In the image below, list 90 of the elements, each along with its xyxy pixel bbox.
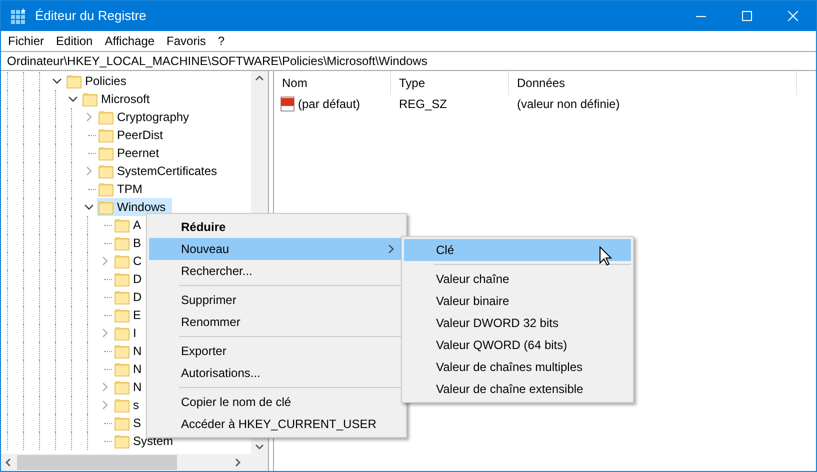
menu-item[interactable]: Valeur binaire [404,290,631,312]
chevron-right-icon[interactable] [84,166,94,176]
chevron-right-icon[interactable] [100,382,110,392]
mouse-pointer-icon [599,246,612,266]
menu-bar-item[interactable]: Affichage [98,32,161,50]
folder-icon [114,235,130,251]
scroll-up-icon[interactable] [255,75,264,81]
folder-icon [114,289,130,305]
table-cell-text: (par défaut) [298,96,360,113]
tree-item[interactable]: Microsoft [81,90,156,108]
menu-item[interactable]: Accéder à HKEY_CURRENT_USER [149,413,404,435]
tree-item[interactable]: SystemCertificates [97,162,224,180]
menu-bar-item[interactable]: Edition [50,32,99,50]
menu-item[interactable]: Clé [404,239,631,261]
menu-item[interactable]: Valeur QWORD (64 bits) [404,334,631,356]
menu-bar-item[interactable]: Fichier [2,32,50,50]
menu-item[interactable]: Copier le nom de clé [149,391,404,413]
table-cell-text: REG_SZ [398,96,448,113]
tree-item[interactable]: S [113,414,148,432]
tree-item[interactable]: I [113,324,142,342]
folder-icon [66,73,82,89]
folder-icon [114,343,130,359]
folder-icon [98,181,114,197]
menu-item[interactable]: Renommer [149,311,404,333]
tree-item[interactable]: Policies [65,72,132,90]
column-header[interactable]: Type [391,71,509,95]
scroll-down-icon[interactable] [255,444,264,450]
chevron-down-icon[interactable] [52,76,62,86]
window-title: Éditeur du Registre [35,7,146,26]
column-header[interactable]: Données [509,71,797,95]
folder-icon [114,253,130,269]
menu-item[interactable]: Exporter [149,340,404,362]
folder-icon [114,415,130,431]
scroll-thumb[interactable] [17,455,177,470]
folder-icon [98,109,114,125]
menu-bar-item[interactable]: ? [212,32,231,50]
folder-icon [114,379,130,395]
tree-item[interactable]: Cryptography [97,108,196,126]
chevron-right-icon[interactable] [100,328,110,338]
horizontal-scrollbar[interactable] [1,454,268,471]
folder-icon [114,397,130,413]
tree-item[interactable]: E [113,306,148,324]
folder-icon [98,127,114,143]
menu-item[interactable]: Autorisations... [149,362,404,384]
scroll-left-icon[interactable] [5,458,11,467]
folder-icon [114,217,130,233]
folder-icon [114,325,130,341]
menu-item[interactable]: Valeur de chaînes multiples [404,356,631,378]
address-bar[interactable]: Ordinateur\HKEY_LOCAL_MACHINE\SOFTWARE\Policies\Microsoft\Windows [1,51,816,71]
menu-bar-item[interactable]: Favoris [160,32,212,50]
menu-item[interactable]: Supprimer [149,289,404,311]
close-icon [788,11,798,21]
tree-item[interactable]: C [113,252,148,270]
tree-item[interactable]: D [113,270,148,288]
string-value-icon [280,96,296,112]
tree-item[interactable]: s [113,396,145,414]
folder-icon [98,163,114,179]
tree-item[interactable]: D [113,288,148,306]
menu-item[interactable]: Valeur DWORD 32 bits [404,312,631,334]
tree-item[interactable]: N [113,378,148,396]
chevron-down-icon[interactable] [84,202,94,212]
chevron-down-icon[interactable] [68,94,78,104]
menu-item[interactable]: Nouveau [149,238,404,260]
tree-item[interactable]: N [113,360,148,378]
menu-item[interactable]: Valeur de chaîne extensible [404,378,631,400]
scroll-right-icon[interactable] [235,458,241,467]
folder-icon [114,307,130,323]
chevron-right-icon[interactable] [100,400,110,410]
menu-item[interactable]: Valeur chaîne [404,268,631,290]
folder-icon [98,145,114,161]
tree-item[interactable]: N [113,342,148,360]
tree-item[interactable]: B [113,234,148,252]
menu-item[interactable]: Réduire [149,216,404,238]
menu-item[interactable]: Rechercher... [149,260,404,282]
tree-item[interactable]: Windows [97,198,172,216]
folder-icon [114,361,130,377]
tree-item[interactable]: TPM [97,180,148,198]
table-cell-text: (valeur non définie) [516,96,621,113]
chevron-right-icon[interactable] [100,256,110,266]
tree-item[interactable]: PeerDist [97,126,170,144]
folder-icon [114,271,130,287]
folder-icon [98,199,114,215]
column-header[interactable]: Nom [274,71,391,95]
registry-icon [10,8,26,24]
folder-icon [82,91,98,107]
tree-item[interactable]: A [113,216,148,234]
tree-item[interactable]: Peernet [97,144,166,162]
tree-item[interactable]: System [113,432,180,450]
chevron-right-icon[interactable] [84,112,94,122]
folder-icon [114,433,130,449]
